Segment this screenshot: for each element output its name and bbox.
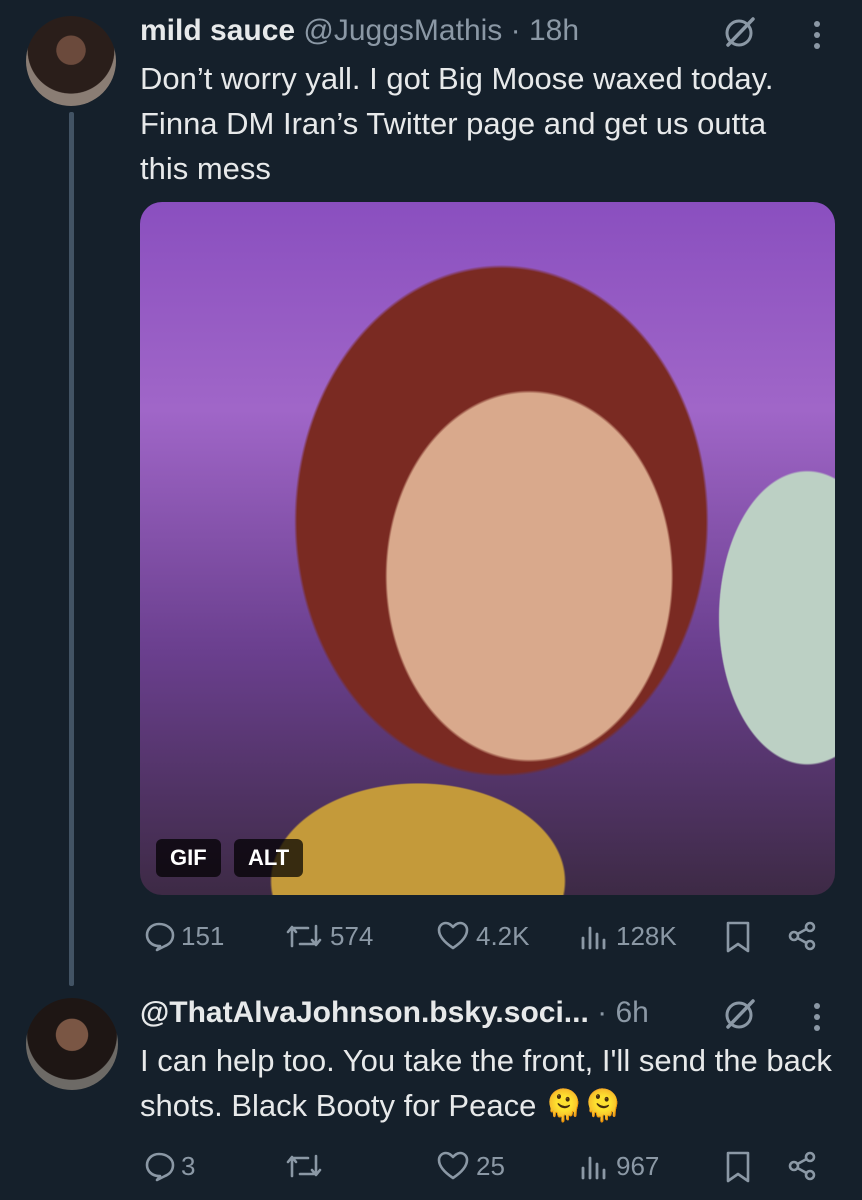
- repost-button[interactable]: [284, 1150, 330, 1182]
- bookmark-button[interactable]: [724, 920, 752, 954]
- gif-badge: GIF: [156, 839, 221, 877]
- share-icon: [788, 921, 816, 951]
- tweet-header: mild sauce @JuggsMathis · 18h: [140, 14, 579, 48]
- bookmark-button[interactable]: [724, 1150, 752, 1184]
- share-icon: [788, 1151, 816, 1181]
- repost-icon: [286, 1154, 322, 1178]
- avatar[interactable]: [26, 16, 116, 106]
- like-button[interactable]: 25: [436, 1150, 505, 1182]
- author-handle[interactable]: @JuggsMathis: [303, 14, 502, 47]
- reply-count: 151: [181, 920, 225, 951]
- view-count: 967: [616, 1150, 660, 1181]
- repost-count: 574: [330, 920, 374, 951]
- share-button[interactable]: [786, 920, 818, 952]
- bookmark-icon: [726, 921, 750, 953]
- grok-icon[interactable]: [722, 14, 758, 50]
- reply-author-name[interactable]: @ThatAlvaJohnson.bsky.soci...: [140, 996, 589, 1029]
- reply-text: I can help too. You take the front, I'll…: [140, 1043, 832, 1123]
- reply-header: @ThatAlvaJohnson.bsky.soci... · 6h: [140, 996, 649, 1030]
- more-icon[interactable]: [810, 1000, 824, 1034]
- view-count: 128K: [616, 920, 677, 951]
- like-icon: [437, 921, 469, 950]
- reply-icon: [145, 922, 175, 952]
- grok-icon[interactable]: [722, 996, 758, 1032]
- reply-button[interactable]: 151: [143, 920, 224, 952]
- like-button[interactable]: 4.2K: [436, 920, 530, 952]
- views-icon: [581, 1156, 606, 1180]
- like-count: 25: [476, 1150, 505, 1181]
- views-button[interactable]: 128K: [578, 920, 677, 952]
- repost-icon: [286, 924, 322, 948]
- views-button[interactable]: 967: [578, 1150, 659, 1182]
- tweet-text: Don’t worry yall. I got Big Moose waxed …: [140, 61, 774, 186]
- like-icon: [437, 1151, 469, 1180]
- reply-count: 3: [181, 1150, 196, 1181]
- more-icon[interactable]: [810, 18, 824, 52]
- reply-button[interactable]: 3: [143, 1150, 195, 1182]
- tweet-gif[interactable]: [140, 202, 835, 895]
- timestamp[interactable]: · 18h: [511, 14, 579, 47]
- reply-avatar[interactable]: [26, 998, 118, 1090]
- like-count: 4.2K: [476, 920, 530, 951]
- reply-icon: [145, 1152, 175, 1182]
- bookmark-icon: [726, 1151, 750, 1183]
- repost-button[interactable]: 574: [284, 920, 373, 952]
- views-icon: [581, 926, 606, 950]
- share-button[interactable]: [786, 1150, 818, 1182]
- author-name[interactable]: mild sauce: [140, 14, 295, 47]
- reply-timestamp[interactable]: · 6h: [597, 996, 649, 1029]
- thread-line: [69, 112, 74, 986]
- alt-badge[interactable]: ALT: [234, 839, 304, 877]
